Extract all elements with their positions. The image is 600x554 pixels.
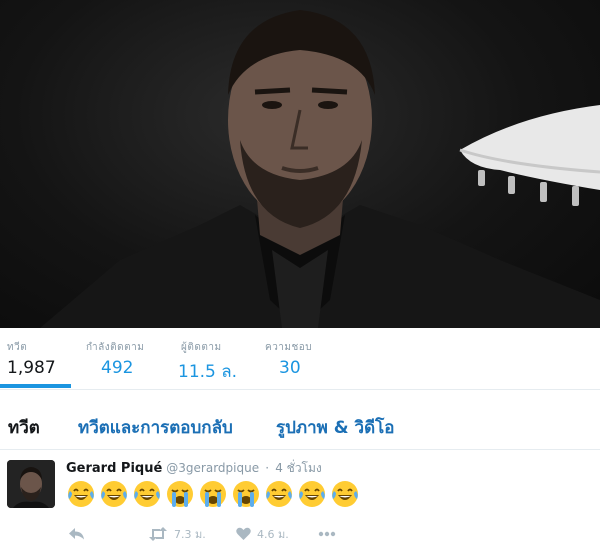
more-button[interactable]: [318, 525, 336, 543]
profile-tabs: ทวีต ทวีตและการตอบกลับ รูปภาพ & วิดีโอ: [0, 390, 600, 450]
tweet-author-handle[interactable]: @3gerardpique: [166, 461, 259, 475]
reply-button[interactable]: [68, 525, 85, 543]
tweet-author-name[interactable]: Gerard Piqué: [66, 461, 162, 476]
sob-emoji: [167, 481, 193, 507]
tweet-timestamp[interactable]: 4 ชั่วโมง: [275, 461, 322, 475]
profile-stats-bar: ทวีต 1,987 กำลังติดตาม 492 ผู้ติดตาม 11.…: [0, 328, 600, 390]
stat-likes-value: 30: [279, 358, 301, 378]
stat-tweets-label: ทวีต: [7, 342, 28, 353]
stat-following-label: กำลังติดตาม: [86, 342, 145, 353]
avatar[interactable]: [7, 460, 55, 508]
stat-likes[interactable]: ความชอบ 30: [265, 340, 312, 378]
retweet-icon: [149, 527, 167, 541]
joy-emoji: [266, 481, 292, 507]
like-button[interactable]: 4.6 ม.: [236, 525, 289, 543]
retweet-button[interactable]: 7.3 ม.: [148, 525, 206, 543]
reply-icon: [69, 528, 84, 540]
stat-tweets-value: 1,987: [7, 358, 56, 378]
tab-photos-videos[interactable]: รูปภาพ & วิดีโอ: [276, 414, 394, 441]
stat-followers[interactable]: ผู้ติดตาม 11.5 ล.: [178, 340, 238, 385]
avatar-image: [7, 460, 55, 508]
stat-likes-label: ความชอบ: [265, 342, 313, 353]
tweet-header: Gerard Piqué @3gerardpique · 4 ชั่วโมง: [66, 459, 322, 478]
joy-emoji: [134, 481, 160, 507]
tweet-separator: ·: [265, 461, 270, 475]
retweet-count: 7.3 ม.: [174, 528, 206, 541]
joy-emoji: [101, 481, 127, 507]
joy-emoji: [68, 481, 94, 507]
stat-followers-value: 11.5 ล.: [178, 362, 238, 382]
active-stat-underline: [0, 384, 71, 388]
joy-emoji: [299, 481, 325, 507]
tweet-item[interactable]: Gerard Piqué @3gerardpique · 4 ชั่วโมง 7…: [0, 451, 600, 554]
tweet-actions: 7.3 ม. 4.6 ม.: [66, 525, 386, 543]
stat-followers-label: ผู้ติดตาม: [181, 342, 222, 353]
sob-emoji: [200, 481, 226, 507]
tab-tweets-and-replies[interactable]: ทวีตและการตอบกลับ: [78, 414, 233, 441]
stat-following[interactable]: กำลังติดตาม 492: [86, 340, 144, 378]
like-count: 4.6 ม.: [257, 528, 289, 541]
stat-following-value: 492: [101, 358, 134, 378]
profile-header-photo: [0, 0, 600, 328]
sob-emoji: [233, 481, 259, 507]
heart-icon: [236, 527, 251, 540]
more-icon: [318, 531, 336, 537]
joy-emoji: [332, 481, 358, 507]
header-photo-illustration: [40, 10, 600, 328]
tweet-text: [66, 479, 363, 511]
tab-tweets[interactable]: ทวีต: [8, 414, 40, 441]
stat-tweets[interactable]: ทวีต 1,987: [7, 340, 56, 378]
